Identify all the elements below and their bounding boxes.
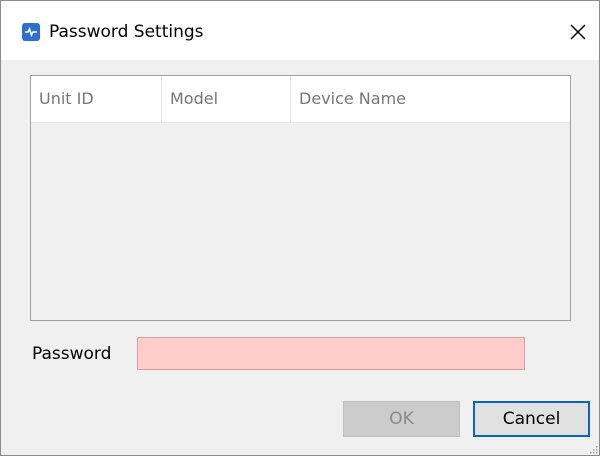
app-icon bbox=[22, 23, 40, 41]
resize-grip-icon[interactable] bbox=[589, 445, 598, 454]
column-header-device-name[interactable]: Device Name bbox=[291, 76, 570, 122]
password-label: Password bbox=[32, 344, 112, 364]
window-title: Password Settings bbox=[49, 22, 204, 42]
close-button[interactable] bbox=[561, 15, 595, 49]
close-icon bbox=[570, 24, 586, 40]
password-input[interactable] bbox=[137, 337, 525, 370]
ok-button[interactable]: OK bbox=[343, 401, 460, 437]
table-header: Unit ID Model Device Name bbox=[31, 76, 570, 123]
cancel-button[interactable]: Cancel bbox=[473, 401, 590, 437]
title-bar: Password Settings bbox=[1, 1, 599, 60]
column-header-model[interactable]: Model bbox=[162, 76, 291, 122]
unit-table[interactable]: Unit ID Model Device Name bbox=[30, 75, 571, 321]
password-settings-dialog: Password Settings Unit ID Model Device N… bbox=[0, 0, 600, 456]
column-header-unit-id[interactable]: Unit ID bbox=[31, 76, 162, 122]
